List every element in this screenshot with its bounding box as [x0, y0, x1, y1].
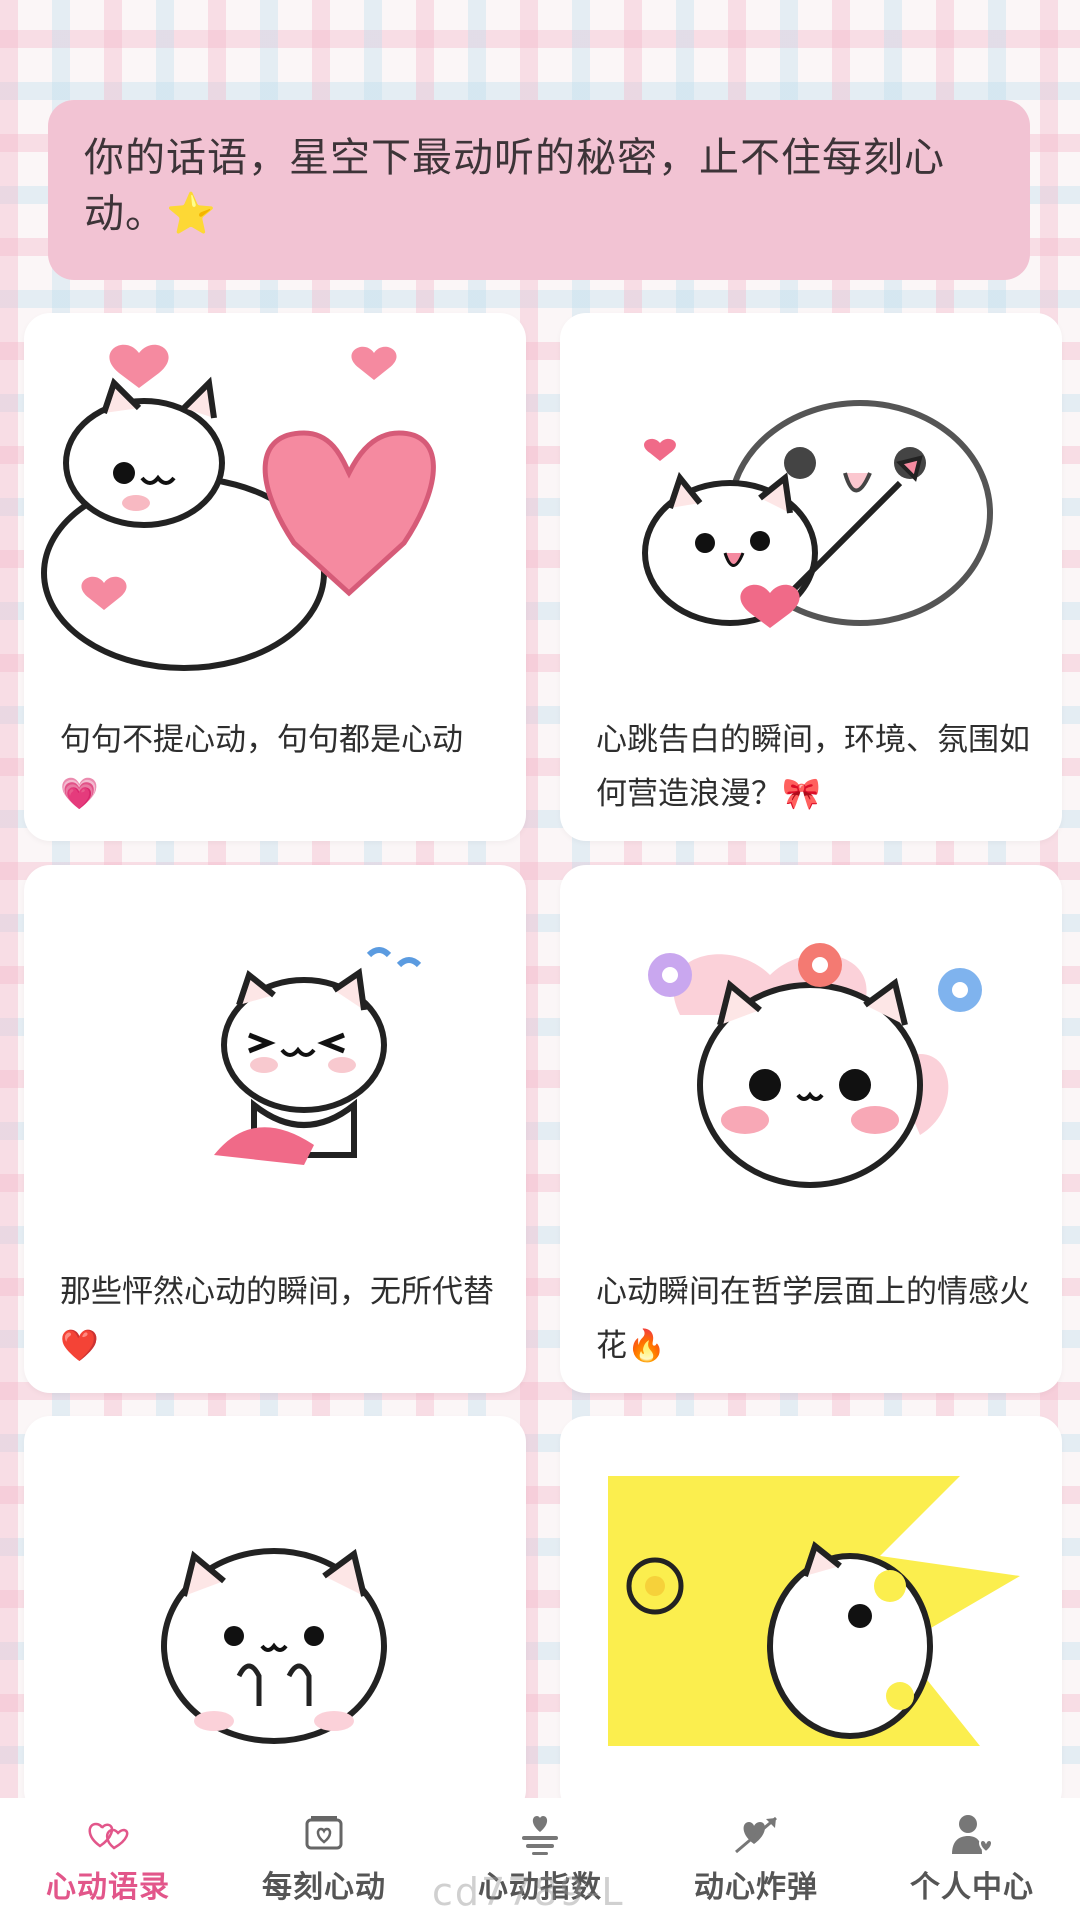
tab-label: 每刻心动	[262, 1870, 386, 1905]
tab-label: 动心炸弹	[694, 1870, 818, 1905]
cat-sitting-image	[161, 1548, 387, 1744]
cat-flowers-image	[648, 943, 982, 1188]
tab-label: 心动语录	[46, 1870, 170, 1905]
cat-yellow-burst-image	[608, 1476, 1020, 1746]
arrow-heart-icon	[735, 1816, 777, 1854]
quote-card-caption: 心跳告白的瞬间，环境、氛围如何营造浪漫？🎀	[596, 722, 1030, 812]
cats-cupid-arrow-image	[642, 400, 993, 628]
hearts-icon	[88, 1822, 129, 1850]
quote-card[interactable]	[24, 1416, 526, 1816]
watermark: cd7789-L	[432, 1870, 625, 1914]
quote-card-caption: 句句不提心动，句句都是心动💗	[60, 722, 463, 812]
tab-heart-bomb[interactable]: 动心炸弹	[648, 1798, 864, 1920]
quote-card[interactable]: 心跳告白的瞬间，环境、氛围如何营造浪漫？🎀	[560, 313, 1062, 841]
cat-shy-image	[214, 947, 422, 1165]
quote-text: 你的话语，星空下最动听的秘密，止不住每刻心动。⭐	[84, 135, 945, 237]
photo-frame-heart-icon	[305, 1816, 343, 1850]
quote-card-caption: 心动瞬间在哲学层面上的情感火花🔥	[596, 1274, 1030, 1364]
quote-card[interactable]: 句句不提心动，句句都是心动💗	[24, 313, 526, 841]
quote-card-caption: 那些怦然心动的瞬间，无所代替❤️	[60, 1274, 494, 1364]
cat-hug-heart-image	[41, 344, 436, 671]
tab-moments[interactable]: 每刻心动	[216, 1798, 432, 1920]
tab-label: 个人中心	[910, 1870, 1034, 1905]
quote-banner: 你的话语，星空下最动听的秘密，止不住每刻心动。⭐	[48, 100, 1030, 280]
tab-profile[interactable]: 个人中心	[864, 1798, 1080, 1920]
quote-card[interactable]	[560, 1416, 1062, 1816]
quote-card[interactable]: 那些怦然心动的瞬间，无所代替❤️	[24, 865, 526, 1393]
tab-heart-quotes[interactable]: 心动语录	[0, 1798, 216, 1920]
heart-gauge-icon	[522, 1816, 558, 1855]
quote-card[interactable]: 心动瞬间在哲学层面上的情感火花🔥	[560, 865, 1062, 1393]
user-heart-icon	[952, 1815, 993, 1854]
